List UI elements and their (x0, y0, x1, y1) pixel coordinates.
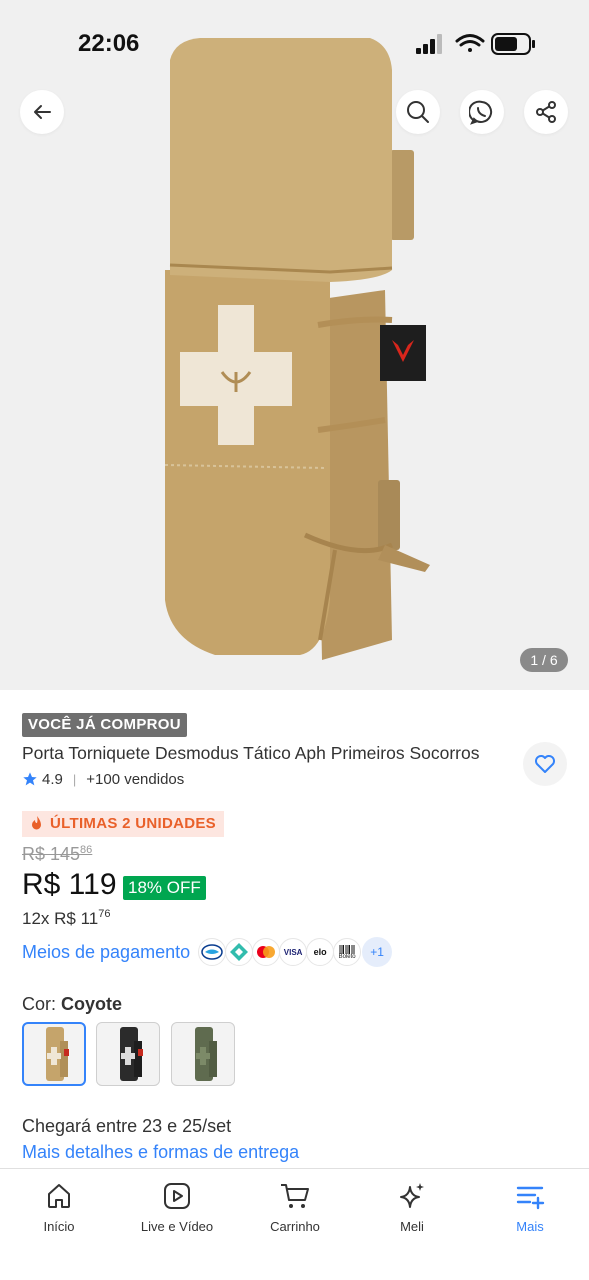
visa-icon: VISA (279, 938, 308, 966)
tab-label: Live e Vídeo (140, 1219, 214, 1234)
product-title: Porta Torniquete Desmodus Tático Aph Pri… (22, 743, 480, 763)
rating-separator: | (72, 771, 77, 787)
more-payment-methods[interactable]: +1 (362, 937, 393, 967)
installments-main: 12x R$ 11 (22, 909, 99, 928)
cart-icon (281, 1184, 309, 1208)
tab-live-video[interactable]: Live e Vídeo (118, 1169, 236, 1249)
current-price: R$ 119 (22, 868, 117, 901)
payment-methods-row[interactable]: Meios de pagamento VISA elo Boleto +1 (22, 936, 393, 968)
product-image-gallery[interactable]: 22:06 1 / 6 (0, 0, 589, 690)
wifi-icon (455, 34, 485, 52)
star-icon (23, 772, 37, 786)
sold-count: +100 vendidos (86, 770, 185, 788)
installments: 12x R$ 1176 (22, 908, 110, 929)
mercado-pago-icon (198, 938, 227, 966)
discount-badge: 18% OFF (123, 876, 206, 900)
tab-label: Mais (516, 1219, 544, 1234)
color-selected: Coyote (61, 994, 123, 1014)
back-button[interactable] (20, 90, 64, 134)
color-label: Cor: Coyote (22, 994, 122, 1015)
tab-home[interactable]: Início (0, 1169, 118, 1249)
green-pouch-thumbnail (195, 1027, 217, 1081)
status-icons (416, 33, 535, 55)
original-price-main: R$ 145 (22, 844, 81, 864)
stock-alert-badge: ÚLTIMAS 2 UNIDADES (22, 811, 224, 837)
share-icon (536, 101, 556, 123)
play-icon (164, 1183, 190, 1209)
installments-cents: 76 (98, 908, 111, 920)
menu-plus-icon (516, 1186, 545, 1210)
color-swatch-green[interactable] (171, 1022, 235, 1086)
delivery-details-link[interactable]: Mais detalhes e formas de entrega (22, 1142, 299, 1163)
tab-cart[interactable]: Carrinho (236, 1169, 354, 1249)
original-price-cents: 86 (80, 844, 93, 856)
boleto-label: Boleto (338, 953, 356, 960)
rating-row[interactable]: 4.9 | +100 vendidos (22, 768, 184, 790)
heart-icon (535, 755, 555, 773)
elo-icon: elo (306, 938, 335, 966)
image-counter: 1 / 6 (520, 648, 568, 672)
whatsapp-icon (469, 100, 493, 125)
coyote-pouch-thumbnail (46, 1027, 69, 1081)
tab-meli[interactable]: Meli (353, 1169, 471, 1249)
color-swatch-coyote[interactable] (22, 1022, 86, 1086)
boleto-icon: Boleto (333, 938, 362, 966)
tab-label: Início (43, 1219, 75, 1234)
home-icon (48, 1184, 70, 1208)
stock-alert-text: ÚLTIMAS 2 UNIDADES (50, 815, 216, 832)
favorite-button[interactable] (523, 742, 567, 786)
sparkle-icon (400, 1183, 424, 1208)
color-prefix: Cor: (22, 994, 57, 1014)
payment-methods-link[interactable]: Meios de pagamento (22, 942, 190, 963)
tab-label: Carrinho (270, 1219, 320, 1234)
pix-icon (225, 938, 254, 966)
tab-more[interactable]: Mais (471, 1169, 589, 1249)
rating-value: 4.9 (42, 770, 63, 788)
original-price: R$ 14586 (22, 844, 92, 865)
bottom-tab-bar: Início Live e Vídeo Carrinho Meli Mais (0, 1168, 589, 1280)
already-bought-badge: VOCÊ JÁ COMPROU (22, 713, 187, 737)
flame-icon (32, 816, 41, 830)
signal-icon (416, 34, 442, 54)
battery-icon (491, 33, 535, 55)
status-time: 22:06 (78, 30, 140, 57)
arrow-left-icon (34, 105, 51, 119)
search-button[interactable] (396, 90, 440, 134)
black-pouch-thumbnail (120, 1027, 143, 1081)
delivery-estimate: Chegará entre 23 e 25/set (22, 1116, 232, 1136)
mastercard-icon (252, 938, 281, 966)
tab-label: Meli (400, 1219, 424, 1234)
color-swatch-black[interactable] (96, 1022, 160, 1086)
whatsapp-share-button[interactable] (460, 90, 504, 134)
status-bar: 22:06 (0, 0, 589, 86)
search-icon (407, 101, 429, 123)
share-button[interactable] (524, 90, 568, 134)
